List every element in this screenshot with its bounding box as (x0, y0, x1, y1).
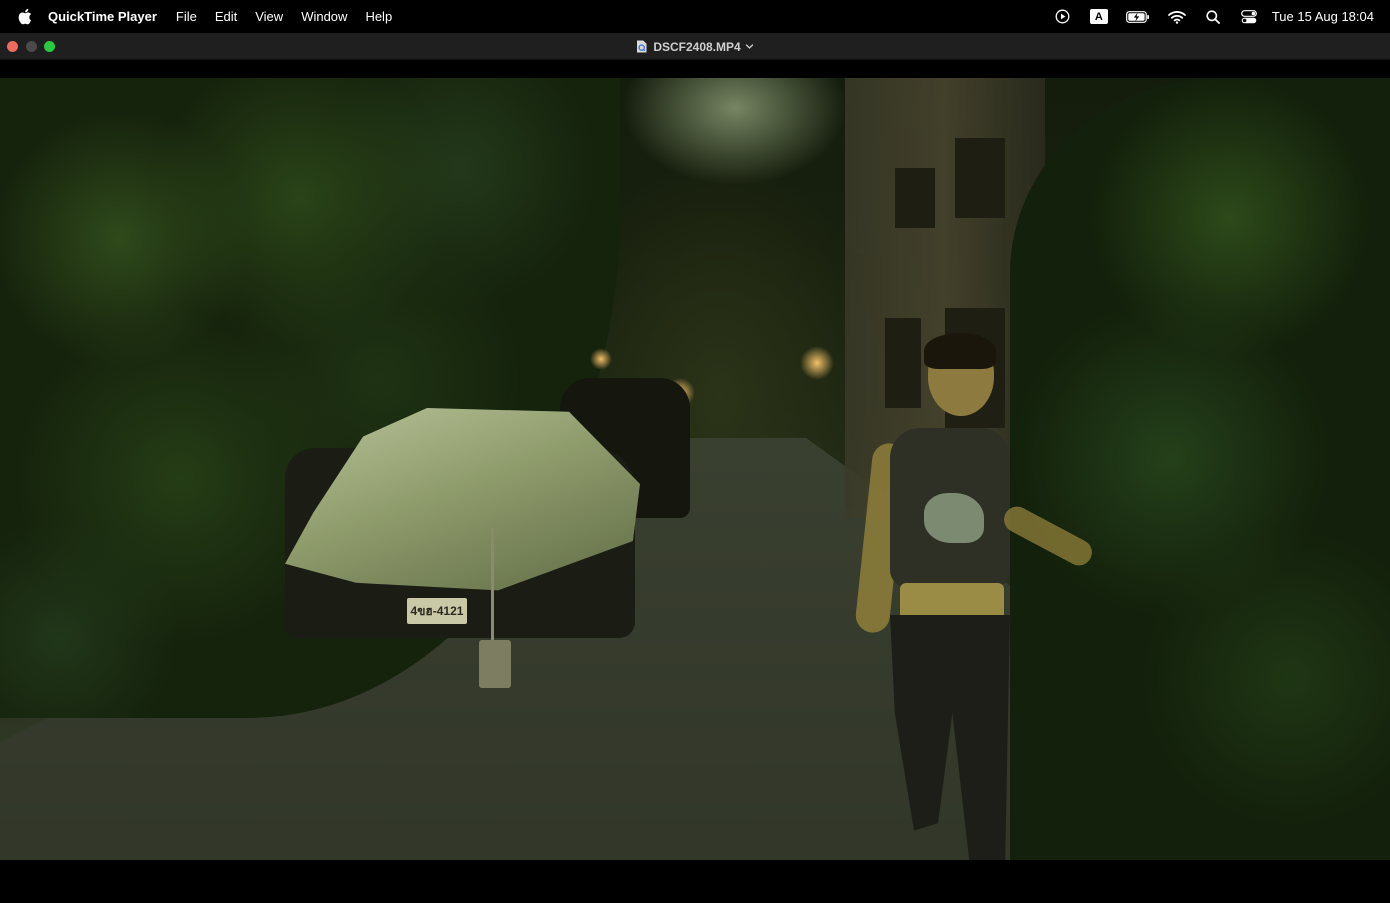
apple-logo-icon (18, 8, 31, 25)
menu-view[interactable]: View (255, 9, 283, 24)
movie-document-icon (636, 40, 647, 53)
menu-window[interactable]: Window (301, 9, 347, 24)
app-name-menu[interactable]: QuickTime Player (48, 9, 157, 24)
menu-help[interactable]: Help (365, 9, 392, 24)
apple-menu-icon[interactable] (16, 8, 32, 26)
control-center-icon[interactable] (1240, 8, 1258, 26)
chevron-down-icon[interactable] (745, 42, 754, 51)
license-plate: 4ขฮ-4121 (407, 598, 467, 624)
menubar-clock[interactable]: Tue 15 Aug 18:04 (1272, 9, 1374, 24)
status-area: A Tue 15 Aug 18:04 (1036, 8, 1374, 26)
bucket (479, 640, 511, 688)
play-circle-icon[interactable] (1054, 8, 1072, 26)
menu-file[interactable]: File (176, 9, 197, 24)
spotlight-search-icon[interactable] (1204, 8, 1222, 26)
video-player-area[interactable]: 4ขฮ-4121 (0, 60, 1390, 903)
street-lamp-glow (800, 346, 834, 380)
wifi-icon[interactable] (1167, 8, 1186, 26)
video-frame[interactable]: 4ขฮ-4121 (0, 78, 1390, 860)
window-title-text: DSCF2408.MP4 (653, 39, 741, 54)
covered-car: 4ขฮ-4121 (285, 408, 645, 688)
menu-bar: QuickTime Player File Edit View Window H… (0, 0, 1390, 33)
battery-charging-icon[interactable] (1125, 8, 1150, 26)
input-source-label: A (1089, 9, 1108, 24)
running-woman (854, 333, 1100, 860)
street-lamp-glow (590, 348, 612, 370)
window-title[interactable]: DSCF2408.MP4 (0, 33, 1390, 60)
input-source-icon[interactable]: A (1089, 8, 1108, 26)
menu-edit[interactable]: Edit (215, 9, 237, 24)
window-titlebar[interactable]: DSCF2408.MP4 (0, 33, 1390, 60)
